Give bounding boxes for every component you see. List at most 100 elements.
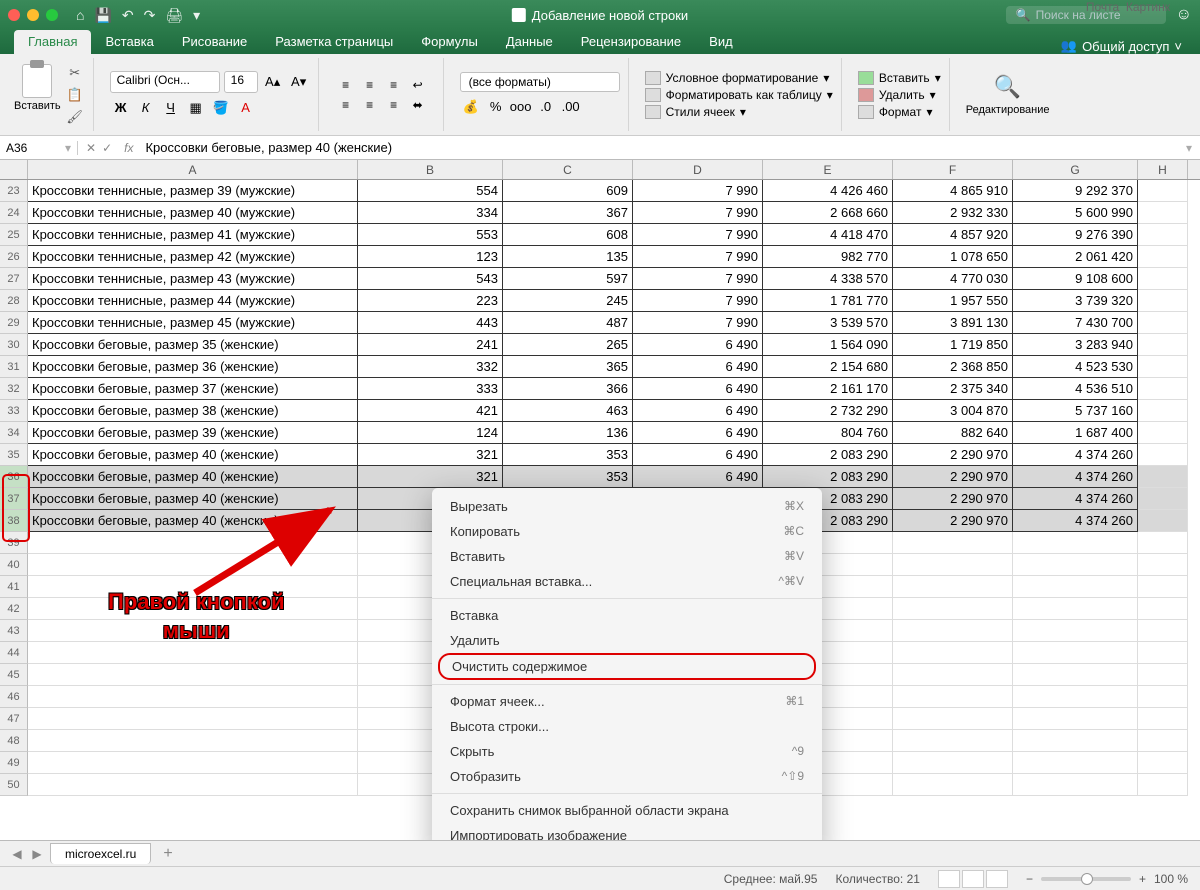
format-as-table-button[interactable]: Форматировать как таблицу ▾ <box>645 88 833 102</box>
cell[interactable] <box>1138 202 1188 224</box>
cell[interactable]: 487 <box>503 312 633 334</box>
table-row[interactable]: 36 Кроссовки беговые, размер 40 (женские… <box>0 466 1200 488</box>
cell[interactable]: 421 <box>358 400 503 422</box>
cell[interactable]: 353 <box>503 444 633 466</box>
context-menu-item[interactable]: Удалить <box>432 628 822 653</box>
cell[interactable]: 4 374 260 <box>1013 488 1138 510</box>
cell[interactable]: Кроссовки беговые, размер 40 (женские) <box>28 466 358 488</box>
table-row[interactable]: 24 Кроссовки теннисные, размер 40 (мужск… <box>0 202 1200 224</box>
table-row[interactable]: 23 Кроссовки теннисные, размер 39 (мужск… <box>0 180 1200 202</box>
row-header[interactable]: 36 <box>0 466 28 488</box>
cell[interactable] <box>893 642 1013 664</box>
cell[interactable]: 321 <box>358 444 503 466</box>
cell[interactable]: 123 <box>358 246 503 268</box>
row-header[interactable]: 33 <box>0 400 28 422</box>
zoom-out-icon[interactable]: − <box>1026 872 1033 886</box>
cell[interactable]: 2 061 420 <box>1013 246 1138 268</box>
cell[interactable]: 6 490 <box>633 444 763 466</box>
borders-icon[interactable]: ▦ <box>185 97 207 119</box>
cell[interactable]: 4 770 030 <box>893 268 1013 290</box>
increase-font-icon[interactable]: A▴ <box>262 71 284 93</box>
col-header-d[interactable]: D <box>633 160 763 179</box>
context-menu-item[interactable]: Копировать⌘C <box>432 519 822 544</box>
wrap-text-icon[interactable]: ↩ <box>407 76 429 94</box>
cell[interactable]: 553 <box>358 224 503 246</box>
cell[interactable] <box>1138 224 1188 246</box>
cell[interactable]: Кроссовки теннисные, размер 43 (мужские) <box>28 268 358 290</box>
font-size-select[interactable]: 16 <box>224 71 258 93</box>
font-color-icon[interactable]: A <box>235 97 257 119</box>
cell[interactable]: 2 932 330 <box>893 202 1013 224</box>
row-header[interactable]: 35 <box>0 444 28 466</box>
increase-decimal-icon[interactable]: .00 <box>560 96 582 118</box>
context-menu-item[interactable]: Вырезать⌘X <box>432 494 822 519</box>
context-menu-item[interactable]: Импортировать изображение <box>432 823 822 840</box>
cell[interactable] <box>1138 356 1188 378</box>
cell[interactable] <box>1138 642 1188 664</box>
cell[interactable]: 353 <box>503 466 633 488</box>
cell[interactable]: 463 <box>503 400 633 422</box>
sheet-tab[interactable]: microexcel.ru <box>50 843 151 864</box>
cell[interactable]: Кроссовки теннисные, размер 41 (мужские) <box>28 224 358 246</box>
cell[interactable] <box>1138 664 1188 686</box>
tab-formulas[interactable]: Формулы <box>407 30 492 54</box>
cell[interactable]: 2 732 290 <box>763 400 893 422</box>
enter-formula-icon[interactable]: ✓ <box>102 141 112 155</box>
cell[interactable]: 7 990 <box>633 224 763 246</box>
tab-layout[interactable]: Разметка страницы <box>261 30 407 54</box>
merge-icon[interactable]: ⬌ <box>407 96 429 114</box>
cell[interactable] <box>1138 422 1188 444</box>
more-icon[interactable]: ▾ <box>193 7 200 24</box>
cell[interactable] <box>1138 510 1188 532</box>
cell[interactable] <box>1013 708 1138 730</box>
cell[interactable] <box>893 730 1013 752</box>
table-row[interactable]: 28 Кроссовки теннисные, размер 44 (мужск… <box>0 290 1200 312</box>
cell[interactable] <box>893 532 1013 554</box>
cell[interactable]: 334 <box>358 202 503 224</box>
align-right-icon[interactable]: ≡ <box>383 96 405 114</box>
cell[interactable] <box>893 620 1013 642</box>
tab-data[interactable]: Данные <box>492 30 567 54</box>
bold-button[interactable]: Ж <box>110 97 132 119</box>
table-row[interactable]: 35 Кроссовки беговые, размер 40 (женские… <box>0 444 1200 466</box>
cell[interactable] <box>1013 598 1138 620</box>
add-sheet-button[interactable]: + <box>155 845 180 863</box>
cell[interactable] <box>1138 334 1188 356</box>
cell[interactable]: 3 891 130 <box>893 312 1013 334</box>
cell[interactable] <box>1138 576 1188 598</box>
table-row[interactable]: 30 Кроссовки беговые, размер 35 (женские… <box>0 334 1200 356</box>
cell[interactable]: 882 640 <box>893 422 1013 444</box>
cell[interactable]: 4 857 920 <box>893 224 1013 246</box>
close-window[interactable] <box>8 9 20 21</box>
table-row[interactable]: 26 Кроссовки теннисные, размер 42 (мужск… <box>0 246 1200 268</box>
cell-styles-button[interactable]: Стили ячеек ▾ <box>645 105 833 119</box>
row-header[interactable]: 32 <box>0 378 28 400</box>
row-header[interactable]: 49 <box>0 752 28 774</box>
cell[interactable]: 1 078 650 <box>893 246 1013 268</box>
cell[interactable] <box>28 642 358 664</box>
font-name-select[interactable]: Calibri (Осн... <box>110 71 220 93</box>
tab-view[interactable]: Вид <box>695 30 747 54</box>
row-header[interactable]: 27 <box>0 268 28 290</box>
cell[interactable]: 2 290 970 <box>893 510 1013 532</box>
conditional-format-button[interactable]: Условное форматирование ▾ <box>645 71 833 85</box>
cell[interactable]: 265 <box>503 334 633 356</box>
cell[interactable] <box>1013 774 1138 796</box>
normal-view-icon[interactable] <box>938 870 960 888</box>
row-header[interactable]: 45 <box>0 664 28 686</box>
cell[interactable] <box>893 774 1013 796</box>
cell[interactable]: Кроссовки беговые, размер 37 (женские) <box>28 378 358 400</box>
cell[interactable]: 543 <box>358 268 503 290</box>
tab-home[interactable]: Главная <box>14 30 91 54</box>
undo-icon[interactable]: ↶ <box>122 7 134 24</box>
page-layout-icon[interactable] <box>962 870 984 888</box>
align-bottom-icon[interactable]: ≡ <box>383 76 405 94</box>
context-menu-item[interactable]: Очистить содержимое <box>438 653 816 680</box>
align-center-icon[interactable]: ≡ <box>359 96 381 114</box>
row-header[interactable]: 48 <box>0 730 28 752</box>
cell[interactable] <box>1013 576 1138 598</box>
cell[interactable]: Кроссовки теннисные, размер 39 (мужские) <box>28 180 358 202</box>
cell[interactable]: 9 292 370 <box>1013 180 1138 202</box>
cell[interactable]: 5 737 160 <box>1013 400 1138 422</box>
cell[interactable]: Кроссовки беговые, размер 40 (женские) <box>28 444 358 466</box>
